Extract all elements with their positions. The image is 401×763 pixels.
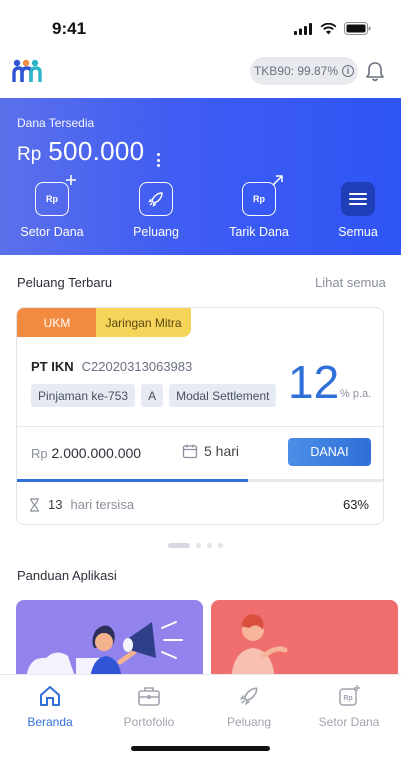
tarik-dana-label: Tarik Dana xyxy=(229,225,289,239)
loan-amount-currency: Rp xyxy=(31,446,48,461)
loan-chips: Pinjaman ke-753 A Modal Settlement xyxy=(31,384,277,407)
setor-dana-button[interactable]: Rp Setor Dana xyxy=(12,175,92,239)
loan-amount-value: 2.000.000.000 xyxy=(51,445,142,461)
company-name: PT IKN xyxy=(31,359,74,374)
bell-icon[interactable] xyxy=(365,61,385,82)
see-all-link[interactable]: Lihat semua xyxy=(315,275,386,290)
nav-portofolio[interactable]: Portofolio xyxy=(104,683,194,729)
briefcase-icon xyxy=(138,687,160,706)
status-bar: 9:41 xyxy=(0,0,401,52)
battery-icon xyxy=(344,22,371,35)
funding-progress-bar xyxy=(17,479,383,482)
loan-duration-value: 5 hari xyxy=(204,443,240,459)
carousel-dot[interactable] xyxy=(207,543,212,548)
loan-duration: 5 hari xyxy=(182,443,239,459)
guide-card-1[interactable] xyxy=(16,600,203,680)
card-divider xyxy=(17,426,383,427)
interest-rate-unit: % p.a. xyxy=(340,388,372,400)
remaining-text: hari tersisa xyxy=(70,497,135,512)
opportunity-card[interactable]: UKM Jaringan Mitra PT IKN C2202031306398… xyxy=(16,307,384,525)
tag-ukm: UKM xyxy=(17,308,97,337)
deposit-icon: Rp xyxy=(339,685,360,706)
deposit-icon: Rp xyxy=(35,175,76,216)
interest-rate: 12 xyxy=(288,356,340,408)
tag-jaringan-mitra: Jaringan Mitra xyxy=(96,308,191,337)
funding-percent: 63% xyxy=(342,497,369,512)
nav-portofolio-label: Portofolio xyxy=(123,715,175,729)
signal-icon xyxy=(294,22,312,35)
chip-grade: A xyxy=(141,384,164,407)
top-header: TKB90: 99.87% i xyxy=(0,52,401,98)
home-icon xyxy=(40,686,60,706)
svg-text:Rp: Rp xyxy=(343,695,352,702)
withdraw-icon: Rp xyxy=(242,175,283,216)
guide-card-2[interactable] xyxy=(211,600,398,680)
guide-illustration-megaphone xyxy=(26,621,183,680)
loan-code: C22020313063983 xyxy=(81,359,193,374)
carousel-dot-active[interactable] xyxy=(168,543,190,548)
nav-beranda[interactable]: Beranda xyxy=(5,683,95,729)
peluang-label: Peluang xyxy=(133,225,179,239)
nav-setor-dana[interactable]: Rp Setor Dana xyxy=(304,683,394,729)
loan-amount: Rp 2.000.000.000 xyxy=(31,445,141,461)
status-time: 9:41 xyxy=(52,19,87,38)
chip-purpose: Modal Settlement xyxy=(169,384,277,407)
opportunities-title: Peluang Terbaru xyxy=(17,275,113,290)
nav-beranda-label: Beranda xyxy=(27,715,73,729)
semua-label: Semua xyxy=(338,225,378,239)
guide-title: Panduan Aplikasi xyxy=(17,568,117,583)
guide-illustration-person xyxy=(231,614,288,680)
nav-peluang-label: Peluang xyxy=(226,715,272,729)
funds-amount: Rp 500.000 xyxy=(17,136,161,171)
app-logo-icon[interactable] xyxy=(12,58,42,84)
time-remaining: 13 hari tersisa xyxy=(29,497,134,512)
menu-icon xyxy=(341,182,375,216)
status-icons xyxy=(294,22,371,35)
tkb90-badge[interactable]: TKB90: 99.87% i xyxy=(250,57,358,85)
company-line: PT IKN C22020313063983 xyxy=(31,359,192,374)
danai-button[interactable]: DANAI xyxy=(288,438,371,466)
funds-panel: Dana Tersedia Rp 500.000 Rp Setor Dana P… xyxy=(0,98,401,255)
carousel-indicator xyxy=(168,543,223,548)
nav-peluang[interactable]: Peluang xyxy=(204,683,294,729)
info-icon: i xyxy=(342,65,355,77)
home-indicator xyxy=(131,746,270,751)
wifi-icon xyxy=(320,22,337,34)
funds-currency: Rp xyxy=(17,144,42,165)
funds-label: Dana Tersedia xyxy=(17,116,95,130)
nav-setor-dana-label: Setor Dana xyxy=(318,715,380,729)
semua-button[interactable]: Semua xyxy=(318,182,398,239)
funding-progress-fill xyxy=(17,479,248,482)
remaining-days: 13 xyxy=(48,497,63,512)
tkb90-label: TKB90: 99.87% xyxy=(253,64,339,78)
setor-dana-label: Setor Dana xyxy=(20,225,84,239)
chip-loan-number: Pinjaman ke-753 xyxy=(31,384,136,407)
carousel-dot[interactable] xyxy=(218,543,223,548)
tarik-dana-button[interactable]: Rp Tarik Dana xyxy=(219,175,299,239)
rocket-icon xyxy=(139,182,173,216)
rocket-icon xyxy=(239,687,258,706)
hourglass-icon xyxy=(30,497,39,512)
funds-value: 500.000 xyxy=(48,136,145,166)
peluang-button[interactable]: Peluang xyxy=(116,182,196,239)
carousel-dot[interactable] xyxy=(196,543,201,548)
calendar-icon xyxy=(182,444,198,459)
more-options-icon[interactable] xyxy=(157,153,161,167)
